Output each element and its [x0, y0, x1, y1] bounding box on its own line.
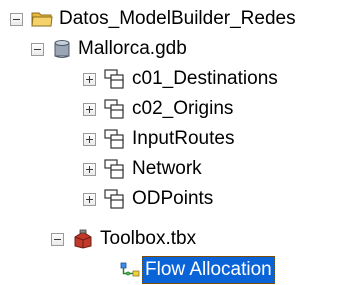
catalog-tree: Datos_ModelBuilder_Redes Mallorca.gdb c0… [0, 0, 339, 284]
expand-icon[interactable] [83, 162, 96, 176]
expand-icon[interactable] [83, 192, 96, 206]
feature-dataset-label[interactable]: Network [129, 156, 205, 182]
toolbox-icon [72, 229, 94, 249]
geodatabase-label[interactable]: Mallorca.gdb [75, 36, 190, 62]
expand-icon[interactable] [83, 72, 96, 86]
feature-dataset-label[interactable]: ODPoints [129, 186, 216, 212]
feature-dataset-icon [104, 99, 126, 119]
tree-node-feature-dataset[interactable]: c01_Destinations [83, 64, 281, 94]
geodatabase-icon [52, 39, 72, 59]
model-label-selected[interactable]: Flow Allocation [142, 256, 275, 284]
feature-dataset-icon [104, 69, 126, 89]
toolbox-label[interactable]: Toolbox.tbx [97, 226, 199, 252]
collapse-icon[interactable] [10, 12, 23, 26]
tree-node-root-folder[interactable]: Datos_ModelBuilder_Redes [10, 4, 299, 34]
feature-dataset-label[interactable]: InputRoutes [129, 126, 237, 152]
feature-dataset-label[interactable]: c01_Destinations [129, 66, 281, 92]
root-folder-label[interactable]: Datos_ModelBuilder_Redes [56, 6, 299, 32]
expand-icon[interactable] [83, 102, 96, 116]
tree-node-feature-dataset[interactable]: InputRoutes [83, 124, 237, 154]
feature-dataset-icon [104, 189, 126, 209]
feature-dataset-label[interactable]: c02_Origins [129, 96, 236, 122]
tree-node-geodatabase[interactable]: Mallorca.gdb [31, 34, 190, 64]
expand-icon[interactable] [83, 132, 96, 146]
tree-node-feature-dataset[interactable]: Network [83, 154, 205, 184]
model-icon [120, 262, 140, 278]
tree-node-feature-dataset[interactable]: c02_Origins [83, 94, 236, 124]
collapse-icon[interactable] [31, 42, 44, 56]
feature-dataset-icon [104, 129, 126, 149]
tree-node-toolbox[interactable]: Toolbox.tbx [51, 224, 199, 254]
feature-dataset-icon [104, 159, 126, 179]
collapse-icon[interactable] [51, 232, 64, 246]
folder-icon [31, 10, 53, 28]
tree-node-feature-dataset[interactable]: ODPoints [83, 184, 216, 214]
